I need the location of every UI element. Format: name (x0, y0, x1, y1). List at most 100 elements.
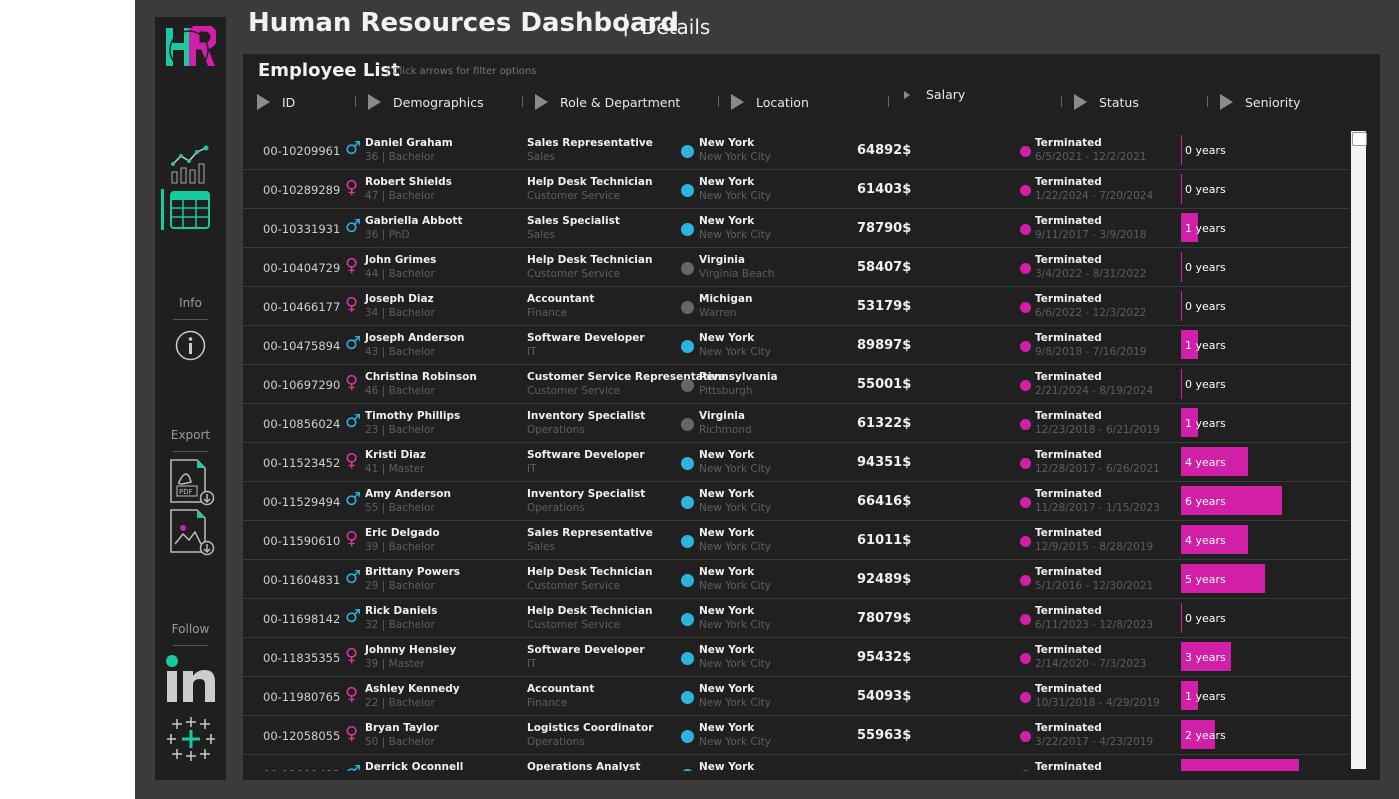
employee-demographics: 55 | Bachelor (365, 502, 435, 514)
table-row[interactable]: 00-11835355 ♀ Johnny Hensley 39 | Master Sof… (243, 637, 1349, 677)
male-icon: ♂ (345, 606, 362, 627)
employee-role: Operations Analyst (527, 761, 641, 771)
column-header-demographics[interactable]: Demographics (368, 94, 484, 110)
male-icon: ♂ (345, 216, 362, 237)
column-header-status[interactable]: Status (1074, 94, 1139, 110)
employment-dates: 5/1/2016 - 12/30/2021 (1035, 580, 1154, 592)
follow-label: Follow (171, 622, 210, 636)
filter-arrow-icon[interactable] (1074, 94, 1087, 110)
seniority-label: 1 years (1185, 690, 1226, 703)
filter-arrow-icon[interactable] (368, 94, 381, 110)
employment-dates: 6/5/2021 - 12/2/2021 (1035, 151, 1147, 163)
employee-department: Finance (527, 697, 568, 709)
employee-role: Customer Service Representative (527, 371, 726, 383)
employee-demographics: 32 | Bachelor (365, 619, 435, 631)
employee-id: 00-10404729 (263, 261, 341, 275)
employee-demographics: 43 | Bachelor (365, 346, 435, 358)
chart-icon[interactable] (170, 144, 212, 188)
table-row[interactable]: 00-10475894 ♂ Joseph Anderson 43 | Bachelor… (243, 325, 1349, 365)
employment-dates: 12/23/2018 - 6/21/2019 (1035, 424, 1160, 436)
filter-arrow-icon[interactable] (257, 94, 270, 110)
export-image-icon[interactable] (169, 508, 215, 560)
female-icon: ♀ (345, 255, 359, 276)
status-dot (1020, 146, 1031, 157)
employee-city: New York City (699, 697, 771, 709)
export-pdf-icon[interactable]: PDF (169, 458, 215, 510)
status-dot (1020, 302, 1031, 313)
tableau-icon[interactable] (166, 716, 216, 766)
employee-role: Logistics Coordinator (527, 722, 654, 734)
employee-salary: 94351$ (857, 455, 912, 470)
column-header-location[interactable]: Location (731, 94, 809, 110)
scrollbar-track[interactable] (1351, 131, 1366, 769)
employee-department: Customer Service (527, 268, 621, 280)
table-row[interactable]: 00-11523452 ♀ Kristi Diaz 41 | Master Softwa… (243, 442, 1349, 482)
table-row[interactable]: 00-10331931 ♂ Gabriella Abbott 36 | PhD Sale… (243, 208, 1349, 248)
filter-arrow-icon[interactable] (1220, 94, 1233, 110)
location-dot (681, 769, 694, 771)
status-dot (1020, 731, 1031, 742)
employee-name: Amy Anderson (365, 488, 451, 500)
employee-role: Accountant (527, 683, 595, 695)
table-row[interactable]: 00-11604831 ♂ Brittany Powers 29 | Bachelor… (243, 559, 1349, 599)
employee-demographics: 36 | Bachelor (365, 151, 435, 163)
scrollbar-thumb[interactable] (1352, 132, 1367, 146)
column-separator (1061, 96, 1062, 107)
employee-city: Warren (699, 307, 737, 319)
employee-status: Terminated (1035, 644, 1102, 656)
table-row[interactable]: 00-10209961 ♂ Daniel Graham 36 | Bachelor Sa… (243, 130, 1349, 170)
table-row[interactable]: 00-11698142 ♂ Rick Daniels 32 | Bachelor Hel… (243, 598, 1349, 638)
table-row[interactable]: 00-12111482 ♂ Derrick Oconnell Operations A… (243, 754, 1349, 771)
hr-logo[interactable] (162, 24, 218, 74)
employee-role: Help Desk Technician (527, 566, 653, 578)
column-header-salary[interactable]: Salary (904, 87, 965, 102)
seniority-label: 0 years (1185, 144, 1226, 157)
employee-id: 00-10475894 (263, 339, 341, 353)
table-row[interactable]: 00-10697290 ♀ Christina Robinson 46 | Bache… (243, 364, 1349, 404)
employee-name: Eric Delgado (365, 527, 440, 539)
info-divider (173, 319, 208, 320)
employment-dates: 9/11/2017 - 3/9/2018 (1035, 229, 1147, 241)
employee-state: New York (699, 137, 755, 149)
info-icon[interactable] (175, 330, 206, 365)
employee-status: Terminated (1035, 254, 1102, 266)
employee-department: IT (527, 463, 537, 475)
table-row[interactable]: 00-12058055 ♀ Bryan Taylor 50 | Bachelor Log… (243, 715, 1349, 755)
employee-state: New York (699, 488, 755, 500)
employee-name: Kristi Diaz (365, 449, 426, 461)
table-row[interactable]: 00-11529494 ♂ Amy Anderson 55 | Bachelor Inv… (243, 481, 1349, 521)
employee-state: Pennsylvania (699, 371, 778, 383)
column-header-seniority[interactable]: Seniority (1220, 94, 1301, 110)
location-dot (681, 613, 694, 626)
status-dot (1020, 575, 1031, 586)
employee-department: Sales (527, 151, 555, 163)
employee-name: Daniel Graham (365, 137, 453, 149)
location-dot (681, 730, 694, 743)
employee-id: 00-11590610 (263, 534, 341, 548)
svg-text:PDF: PDF (179, 488, 193, 496)
employee-city: New York City (699, 229, 771, 241)
employee-salary: 66416$ (857, 494, 912, 509)
filter-arrow-icon[interactable] (904, 90, 910, 99)
table-icon[interactable] (170, 191, 210, 233)
table-row[interactable]: 00-10289289 ♀ Robert Shields 47 | Bachelor H… (243, 169, 1349, 209)
filter-arrow-icon[interactable] (535, 94, 548, 110)
column-header-id[interactable]: ID (257, 94, 295, 110)
table-row[interactable]: 00-10856024 ♂ Timothy Phillips 23 | Bachelo… (243, 403, 1349, 443)
filter-arrow-icon[interactable] (731, 94, 744, 110)
status-dot (1020, 614, 1031, 625)
employee-salary: 61403$ (857, 182, 912, 197)
column-header-role-department[interactable]: Role & Department (535, 94, 680, 110)
employee-city: New York City (699, 658, 771, 670)
table-row[interactable]: 00-10404729 ♀ John Grimes 44 | Bachelor Help… (243, 247, 1349, 287)
employee-role: Help Desk Technician (527, 176, 653, 188)
table-row[interactable]: 00-11980765 ♀ Ashley Kennedy 22 | Bachelor A… (243, 676, 1349, 716)
linkedin-icon[interactable] (165, 654, 217, 708)
table-row[interactable]: 00-10466177 ♀ Joseph Diaz 34 | Bachelor Acco… (243, 286, 1349, 326)
location-dot (681, 574, 694, 587)
location-dot (681, 340, 694, 353)
employee-demographics: 46 | Bachelor (365, 385, 435, 397)
sidebar: Info Export PDF Follow (155, 17, 226, 780)
table-row[interactable]: 00-11590610 ♀ Eric Delgado 39 | Bachelor Sal… (243, 520, 1349, 560)
employee-department: Customer Service (527, 619, 621, 631)
